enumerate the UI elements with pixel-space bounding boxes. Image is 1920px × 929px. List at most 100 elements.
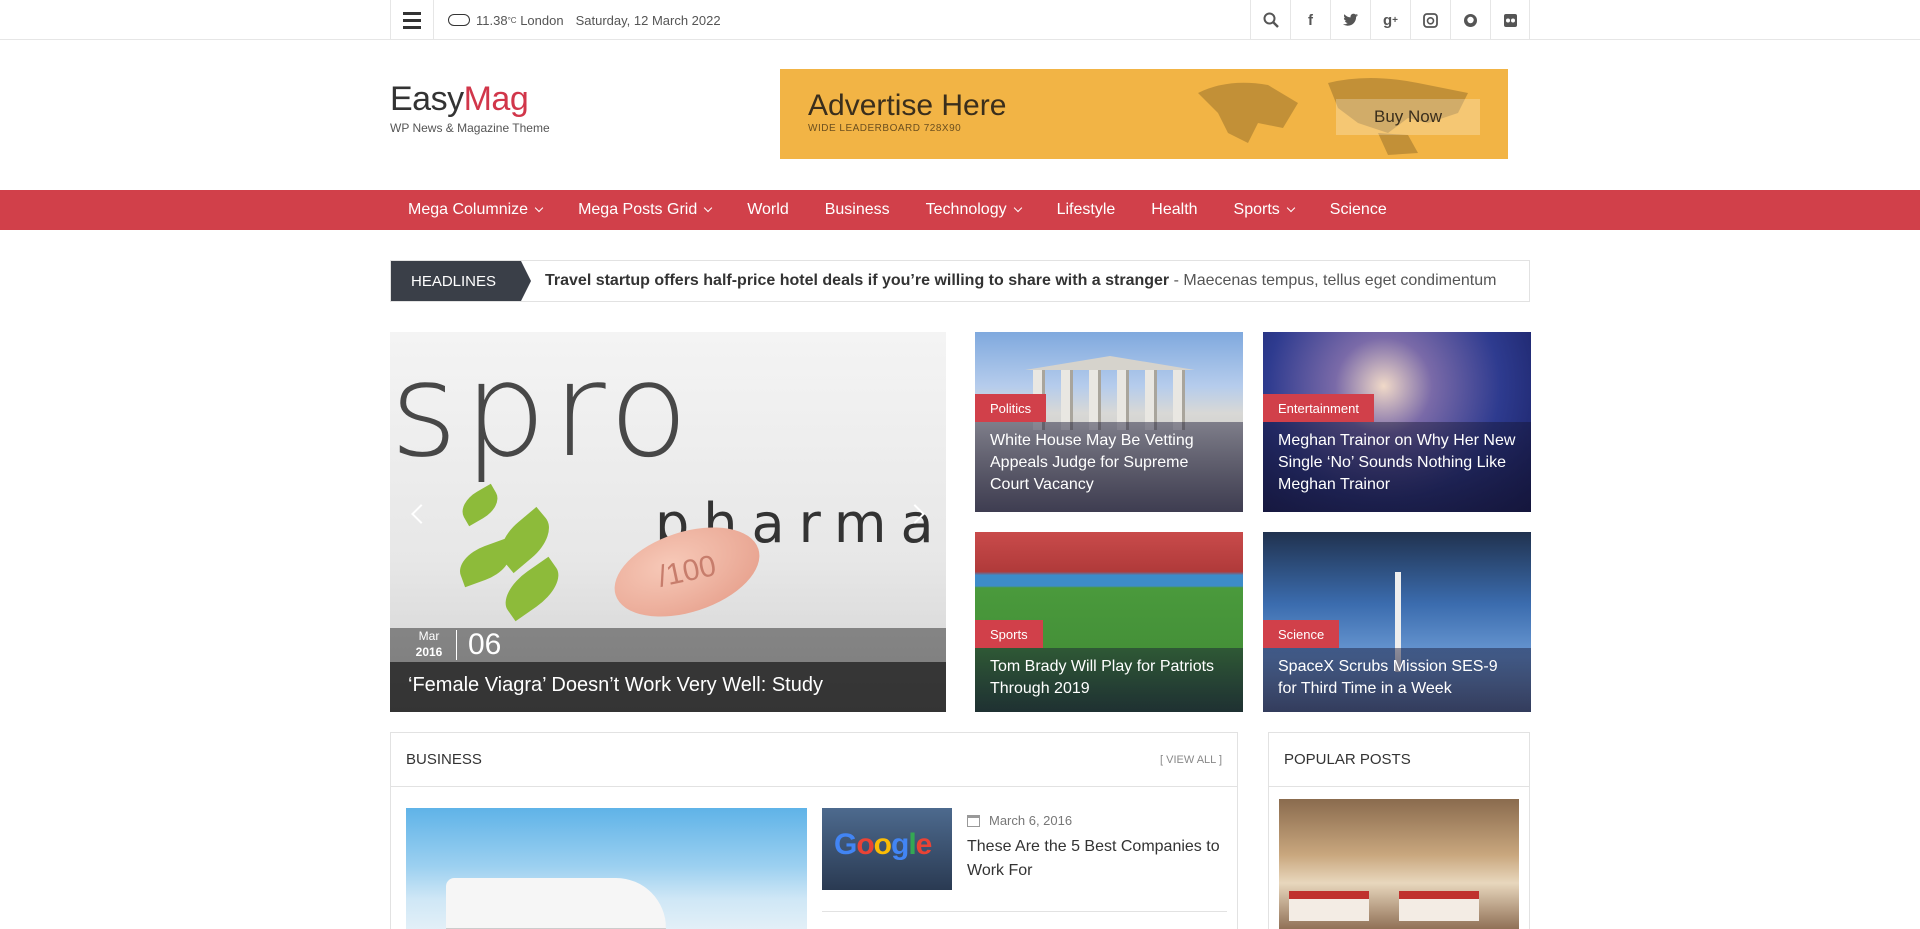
slider-prev-arrow-icon[interactable] [411, 504, 431, 524]
featured-grid: spro pharma /100 Mar 2016 06 ‘Female Viag… [390, 332, 1531, 929]
post-title[interactable]: These Are the 5 Best Companies to Work F… [967, 835, 1227, 883]
featured-tile-science[interactable]: Science SpaceX Scrubs Mission SES-9 for … [1263, 532, 1531, 712]
main-navigation: Mega Columnize Mega Posts Grid World Bus… [0, 190, 1920, 230]
popular-post-image[interactable] [1279, 799, 1519, 929]
featured-tile-sports[interactable]: Sports Tom Brady Will Play for Patriots … [975, 532, 1243, 712]
nav-item-mega-columnize[interactable]: Mega Columnize [390, 190, 560, 230]
logo-mag: Mag [463, 80, 529, 118]
nav-item-mega-posts-grid[interactable]: Mega Posts Grid [560, 190, 729, 230]
business-post-thumbnail[interactable]: Google [822, 808, 952, 890]
slide-month: Mar [418, 629, 440, 643]
leaf-graphic [456, 483, 504, 527]
cloud-icon [448, 14, 470, 26]
chevron-down-icon [1286, 203, 1296, 213]
section-header: BUSINESS [ VIEW ALL ] [391, 733, 1237, 787]
business-section: BUSINESS [ VIEW ALL ] Google March 6, 20… [390, 732, 1238, 929]
nav-item-label: Health [1151, 201, 1198, 218]
nav-item-label: Lifestyle [1056, 201, 1116, 218]
instagram-icon[interactable] [1410, 0, 1450, 40]
nav-item-science[interactable]: Science [1312, 190, 1405, 230]
category-badge[interactable]: Science [1263, 620, 1340, 648]
nav-item-technology[interactable]: Technology [908, 190, 1039, 230]
temperature: 11.38 [476, 12, 508, 28]
chevron-down-icon [534, 203, 544, 213]
nav-item-business[interactable]: Business [807, 190, 908, 230]
current-date: Saturday, 12 March 2022 [575, 12, 721, 28]
nav-item-label: Mega Posts Grid [578, 201, 698, 218]
business-main-image[interactable] [406, 808, 807, 929]
slide-month-year: Mar 2016 [408, 628, 450, 660]
post-date-text: March 6, 2016 [989, 813, 1073, 828]
category-badge[interactable]: Sports [975, 620, 1043, 648]
featured-tile-entertainment[interactable]: Entertainment Meghan Trainor on Why Her … [1263, 332, 1531, 512]
headline-separator: - [1169, 272, 1184, 289]
featured-tile-politics[interactable]: Politics White House May Be Vetting Appe… [975, 332, 1243, 512]
slide-day: 06 [468, 628, 502, 661]
ad-title: Advertise Here [808, 89, 1007, 122]
slide-title[interactable]: ‘Female Viagra’ Doesn’t Work Very Well: … [390, 662, 946, 712]
bed-graphic [1289, 891, 1369, 921]
tile-title[interactable]: Tom Brady Will Play for Patriots Through… [975, 648, 1243, 712]
nav-item-label: Technology [925, 201, 1007, 218]
logo-easy: Easy [390, 80, 464, 118]
calendar-icon [967, 814, 980, 827]
twitter-icon[interactable] [1330, 0, 1370, 40]
category-badge[interactable]: Politics [975, 394, 1047, 422]
courthouse-graphic [1025, 356, 1195, 430]
nav-item-label: Business [824, 201, 890, 218]
nav-item-label: World [747, 201, 789, 218]
divider [822, 911, 1227, 912]
nav-item-label: Science [1329, 201, 1387, 218]
advertisement-banner[interactable]: Advertise Here WIDE LEADERBOARD 728X90 B… [780, 69, 1508, 159]
yacht-graphic [446, 878, 666, 928]
nav-item-label: Mega Columnize [408, 201, 529, 218]
section-title: POPULAR POSTS [1284, 751, 1411, 768]
site-header: EasyMag WP News & Magazine Theme Adverti… [0, 40, 1920, 190]
view-all-link[interactable]: [ VIEW ALL ] [1160, 754, 1222, 766]
nav-item-world[interactable]: World [729, 190, 807, 230]
pill-text: /100 [654, 549, 719, 594]
category-badge[interactable]: Entertainment [1263, 394, 1374, 422]
bed-graphic [1399, 891, 1479, 921]
temperature-unit: °C [507, 15, 517, 25]
nav-item-health[interactable]: Health [1133, 190, 1215, 230]
date-divider [456, 630, 457, 660]
post-date: March 6, 2016 [967, 813, 1072, 828]
slide-date: Mar 2016 06 [390, 628, 946, 662]
nav-item-label: Sports [1233, 201, 1280, 218]
social-icons: f g + [1250, 0, 1530, 40]
facebook-icon[interactable]: f [1290, 0, 1330, 40]
featured-slider[interactable]: spro pharma /100 Mar 2016 06 ‘Female Viag… [390, 332, 946, 712]
headlines-ticker: HEADLINES Travel startup offers half-pri… [390, 260, 1530, 302]
slide-year: 2016 [415, 645, 443, 659]
slide-image-text: spro [390, 334, 695, 486]
section-title: BUSINESS [406, 751, 482, 768]
tile-title[interactable]: SpaceX Scrubs Mission SES-9 for Third Ti… [1263, 648, 1531, 712]
hamburger-menu-button[interactable] [390, 0, 434, 40]
buy-now-button[interactable]: Buy Now [1336, 99, 1480, 135]
headline-excerpt: Maecenas tempus, tellus eget condimentum [1183, 272, 1497, 289]
menu-icon [403, 10, 421, 31]
chevron-down-icon [703, 203, 713, 213]
search-icon[interactable] [1250, 0, 1290, 40]
leaf-graphic [496, 556, 568, 622]
section-header: POPULAR POSTS [1269, 733, 1529, 787]
github-icon[interactable] [1450, 0, 1490, 40]
leaf-graphic [454, 538, 516, 588]
weather: 11.38 °C London [448, 13, 564, 28]
nav-item-lifestyle[interactable]: Lifestyle [1039, 190, 1134, 230]
headline-link[interactable]: Travel startup offers half-price hotel d… [545, 272, 1496, 290]
popular-posts-widget: POPULAR POSTS [1268, 732, 1530, 929]
google-plus-icon[interactable]: g + [1370, 0, 1410, 40]
ad-subtitle: WIDE LEADERBOARD 728X90 [808, 123, 962, 134]
logo-tagline: WP News & Magazine Theme [390, 121, 550, 135]
flickr-icon[interactable] [1490, 0, 1530, 40]
thumbnail-logo-text: Google [834, 828, 932, 861]
site-logo[interactable]: EasyMag WP News & Magazine Theme [390, 80, 550, 135]
city: London [520, 12, 564, 28]
headline-title: Travel startup offers half-price hotel d… [545, 272, 1170, 289]
tile-title[interactable]: White House May Be Vetting Appeals Judge… [975, 422, 1243, 512]
nav-item-sports[interactable]: Sports [1216, 190, 1312, 230]
tile-title[interactable]: Meghan Trainor on Why Her New Single ‘No… [1263, 422, 1531, 512]
headlines-label: HEADLINES [391, 261, 531, 301]
